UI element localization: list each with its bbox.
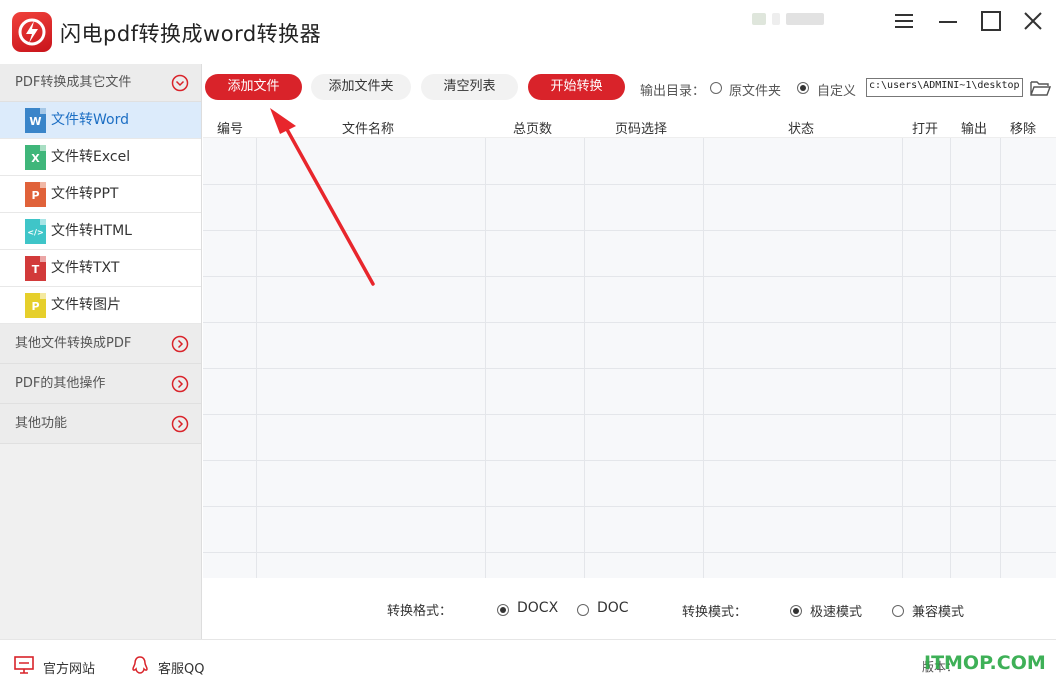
ppt-file-icon: P — [25, 182, 46, 207]
qq-penguin-icon — [132, 656, 148, 674]
start-convert-button[interactable]: 开始转换 — [528, 74, 625, 100]
mode-fast-radio[interactable] — [790, 605, 802, 617]
menu-icon[interactable] — [891, 8, 917, 34]
image-file-icon: P — [25, 293, 46, 318]
html-file-icon: </> — [25, 219, 46, 244]
app-title: 闪电pdf转换成word转换器 — [60, 22, 322, 46]
add-folder-button[interactable]: 添加文件夹 — [311, 74, 411, 100]
sidebar: PDF转换成其它文件 W 文件转Word X 文件转Excel P 文件转PPT… — [0, 64, 202, 639]
sidebar-item-to-html[interactable]: </> 文件转HTML — [0, 213, 201, 250]
sidebar-category-pdf-other-ops[interactable]: PDF的其他操作 — [0, 364, 201, 404]
file-table: 编号 文件名称 总页数 页码选择 状态 打开 输出 移除 — [203, 112, 1056, 578]
app-window: 闪电pdf转换成word转换器 PDF转换成其它文件 W 文件转Word X 文… — [0, 0, 1056, 687]
format-docx-label: DOCX — [517, 600, 559, 616]
monitor-icon — [14, 656, 34, 674]
add-file-button[interactable]: 添加文件 — [205, 74, 302, 100]
user-info-blurred — [752, 10, 832, 28]
title-bar: 闪电pdf转换成word转换器 — [0, 0, 1056, 64]
close-icon[interactable] — [1020, 8, 1046, 34]
category-label: 其他文件转换成PDF — [15, 336, 132, 351]
customer-service-qq-link[interactable]: 客服QQ — [158, 658, 204, 677]
col-header-output: 输出 — [961, 122, 988, 137]
output-custom-radio[interactable] — [797, 82, 809, 94]
sidebar-item-to-excel[interactable]: X 文件转Excel — [0, 139, 201, 176]
category-label: PDF的其他操作 — [15, 376, 106, 391]
footer: 官方网站 客服QQ 版本： ITMOP.COM — [0, 639, 1056, 687]
toolbar: 添加文件 添加文件夹 清空列表 开始转换 输出目录： 原文件夹 自定义 c:\u… — [203, 64, 1056, 112]
official-website-link[interactable]: 官方网站 — [43, 658, 95, 677]
chevron-down-circle-icon — [171, 74, 189, 92]
lightning-logo-icon — [12, 12, 52, 52]
col-header-pages: 总页数 — [513, 122, 553, 137]
mode-compatible-label: 兼容模式 — [912, 605, 965, 620]
conversion-options: 转换格式： DOCX DOC 转换模式： 极速模式 兼容模式 — [203, 578, 1056, 639]
word-file-icon: W — [25, 108, 46, 133]
txt-file-icon: T — [25, 256, 46, 281]
mode-fast-label: 极速模式 — [810, 605, 863, 620]
output-custom-label: 自定义 — [817, 84, 857, 99]
format-docx-radio[interactable] — [497, 604, 509, 616]
output-path-input[interactable]: c:\users\ADMINI~1\desktop — [866, 78, 1023, 97]
sidebar-category-pdf-to-other[interactable]: PDF转换成其它文件 — [0, 64, 201, 102]
col-header-page-select: 页码选择 — [615, 122, 668, 137]
category-label: 其他功能 — [15, 416, 68, 431]
sidebar-item-to-ppt[interactable]: P 文件转PPT — [0, 176, 201, 213]
sidebar-item-to-txt[interactable]: T 文件转TXT — [0, 250, 201, 287]
folder-open-icon[interactable] — [1029, 78, 1051, 98]
chevron-right-circle-icon — [171, 415, 189, 433]
clear-list-button[interactable]: 清空列表 — [421, 74, 518, 100]
sidebar-item-label: 文件转HTML — [51, 223, 132, 239]
mode-label: 转换模式： — [682, 605, 748, 620]
sidebar-item-label: 文件转图片 — [51, 297, 121, 313]
col-header-index: 编号 — [217, 122, 244, 137]
output-original-label: 原文件夹 — [729, 84, 782, 99]
table-header: 编号 文件名称 总页数 页码选择 状态 打开 输出 移除 — [203, 112, 1056, 138]
sidebar-item-to-word[interactable]: W 文件转Word — [0, 102, 201, 139]
sidebar-category-other-to-pdf[interactable]: 其他文件转换成PDF — [0, 324, 201, 364]
sidebar-item-label: 文件转Excel — [51, 149, 131, 165]
main-panel: 添加文件 添加文件夹 清空列表 开始转换 输出目录： 原文件夹 自定义 c:\u… — [203, 64, 1056, 639]
sidebar-category-other-functions[interactable]: 其他功能 — [0, 404, 201, 444]
output-dir-label: 输出目录： — [640, 84, 706, 99]
category-label: PDF转换成其它文件 — [15, 75, 132, 90]
chevron-right-circle-icon — [171, 335, 189, 353]
sidebar-item-label: 文件转PPT — [51, 186, 119, 202]
col-header-filename: 文件名称 — [342, 122, 395, 137]
sidebar-item-label: 文件转Word — [51, 112, 129, 128]
col-header-remove: 移除 — [1010, 122, 1037, 137]
col-header-status: 状态 — [788, 122, 815, 137]
excel-file-icon: X — [25, 145, 46, 170]
watermark-text: ITMOP.COM — [924, 652, 1046, 674]
sidebar-item-label: 文件转TXT — [51, 260, 120, 276]
sidebar-item-to-image[interactable]: P 文件转图片 — [0, 287, 201, 324]
format-doc-radio[interactable] — [577, 604, 589, 616]
format-doc-label: DOC — [597, 600, 629, 616]
output-original-radio[interactable] — [710, 82, 722, 94]
col-header-open: 打开 — [912, 122, 939, 137]
format-label: 转换格式： — [387, 604, 453, 619]
maximize-icon[interactable] — [978, 8, 1004, 34]
chevron-right-circle-icon — [171, 375, 189, 393]
mode-compatible-radio[interactable] — [892, 605, 904, 617]
minimize-icon[interactable] — [935, 8, 961, 34]
